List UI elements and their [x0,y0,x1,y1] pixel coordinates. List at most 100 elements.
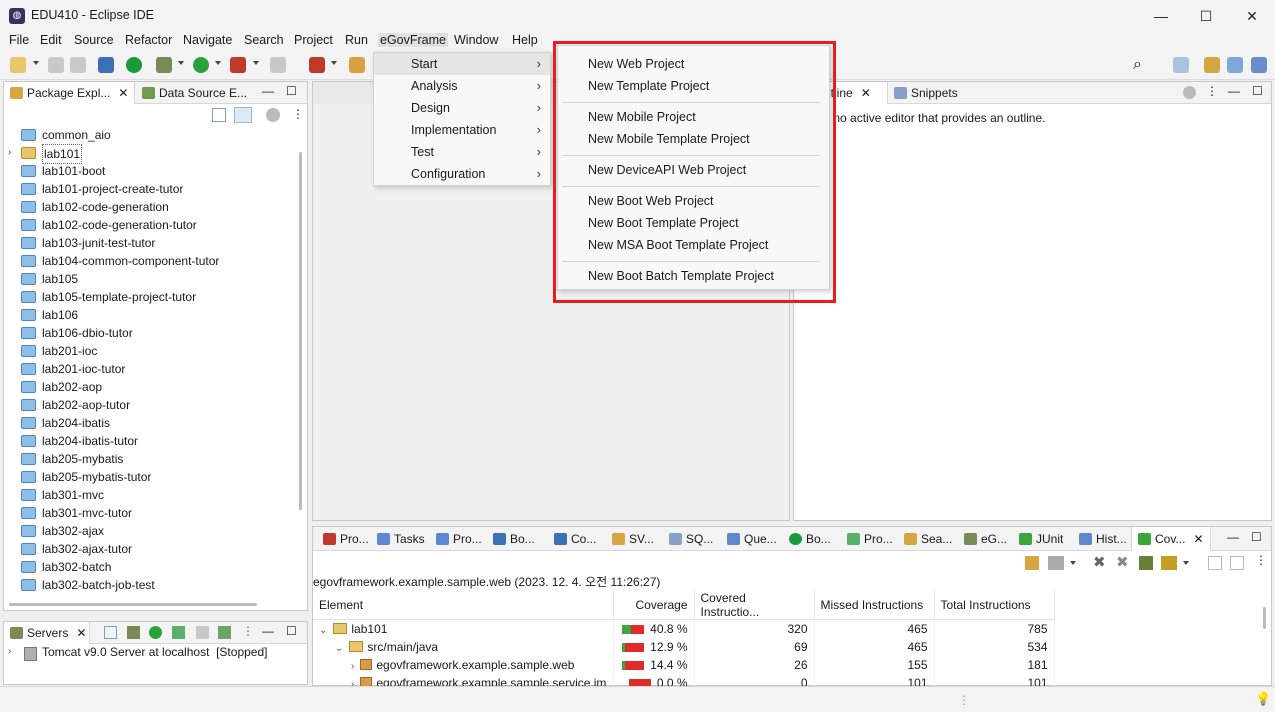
power-icon[interactable] [126,57,142,73]
chevron-down-icon[interactable] [331,61,337,65]
tab-boot-dashboard[interactable]: Bo... [783,527,831,551]
chevron-right-icon[interactable]: › [351,661,354,672]
chevron-down-icon[interactable] [1070,561,1076,565]
menu-refactor[interactable]: Refactor [123,33,174,47]
tree-item[interactable]: lab105 [4,270,294,288]
menu-file[interactable]: File [7,33,31,47]
close-icon[interactable]: ✕ [861,82,871,104]
tab-bookmarks[interactable]: Bo... [487,527,535,551]
merge-sessions-icon[interactable] [1139,556,1153,570]
collapse-icon[interactable] [104,626,117,639]
minimize-view-icon[interactable]: — [1228,84,1240,98]
debug-perspective-icon[interactable] [1251,57,1267,73]
relaunch-icon[interactable] [1025,556,1039,570]
tab-problems[interactable]: Pro... [317,527,369,551]
menu-edit[interactable]: Edit [38,33,64,47]
menu-item-test[interactable]: Test › [374,141,550,163]
tab-search[interactable]: Sea... [898,527,952,551]
maximize-button[interactable]: ☐ [1183,0,1229,32]
tree-item[interactable]: lab301-mvc-tutor [4,504,294,522]
collapse-all-icon[interactable] [1208,556,1222,570]
view-menu-icon[interactable]: ⋮ [242,624,254,638]
column-covered-instructions[interactable]: Covered Instructio... [694,591,815,620]
tab-coverage[interactable]: Cov... ✕ [1131,527,1211,551]
menu-item-design[interactable]: Design › [374,97,550,119]
close-window-button[interactable]: ✕ [1229,0,1275,32]
vertical-scrollbar[interactable] [299,152,302,510]
new-icon[interactable] [10,57,26,73]
open-perspective-icon[interactable] [1173,57,1189,73]
tree-item[interactable]: lab101-project-create-tutor [4,180,294,198]
menu-source[interactable]: Source [72,33,116,47]
menu-item-configuration[interactable]: Configuration › [374,163,550,185]
filter-icon[interactable] [266,108,280,122]
menu-help[interactable]: Help [510,33,540,47]
menu-search[interactable]: Search [242,33,286,47]
menu-item-implementation[interactable]: Implementation › [374,119,550,141]
server-entry[interactable]: Tomcat v9.0 Server at localhost [Stopped… [42,645,267,659]
chevron-down-icon[interactable]: ⌄ [335,643,343,654]
egov-perspective-icon[interactable] [1227,57,1243,73]
debug-server-icon[interactable] [127,626,140,639]
tab-console[interactable]: Co... [548,527,596,551]
tab-junit[interactable]: JUnit [1013,527,1063,551]
tab-snippets[interactable]: Snippets [888,82,968,104]
stop-icon[interactable] [270,57,286,73]
view-menu-icon[interactable]: ⋮ [292,107,304,121]
column-coverage[interactable]: Coverage [613,591,695,620]
chevron-down-icon[interactable] [253,61,259,65]
tree-item[interactable]: lab302-ajax-tutor [4,540,294,558]
tree-item[interactable]: lab106 [4,306,294,324]
menu-item-analysis[interactable]: Analysis › [374,75,550,97]
dump-execution-data-icon[interactable] [1161,556,1177,570]
tree-item[interactable]: lab102-code-generation [4,198,294,216]
horizontal-scrollbar[interactable] [9,603,257,606]
package-icon[interactable] [349,57,365,73]
tab-sql[interactable]: SQ... [663,527,713,551]
remove-session-icon[interactable]: ✖ [1093,553,1106,571]
profile-server-icon[interactable] [172,626,185,639]
tab-progress[interactable]: Pro... [841,527,893,551]
chevron-down-icon[interactable] [178,61,184,65]
filter-icon[interactable] [1183,86,1196,99]
tree-item[interactable]: lab205-mybatis-tutor [4,468,294,486]
tree-item[interactable]: lab301-mvc [4,486,294,504]
close-icon[interactable]: ✕ [118,82,128,104]
menu-window[interactable]: Window [452,33,500,47]
menu-egovframe[interactable]: eGovFrame [378,33,448,47]
link-with-editor-icon[interactable] [234,107,252,123]
tree-item[interactable]: lab204-ibatis [4,414,294,432]
chevron-down-icon[interactable] [1183,561,1189,565]
search-icon[interactable]: ⌕ [1133,57,1149,73]
tab-properties[interactable]: Pro... [430,527,482,551]
maximize-view-icon[interactable]: ☐ [286,624,297,638]
menu-project[interactable]: Project [292,33,335,47]
tree-item[interactable]: lab202-aop [4,378,294,396]
deploy-icon[interactable] [309,57,325,73]
view-menu-icon[interactable]: ⋮ [1206,84,1218,98]
tree-item[interactable]: lab102-code-generation-tutor [4,216,294,234]
chevron-down-icon[interactable] [215,61,221,65]
tab-tasks[interactable]: Tasks [371,527,425,551]
tree-item[interactable]: lab204-ibatis-tutor [4,432,294,450]
vertical-scrollbar[interactable] [1263,607,1266,629]
tab-package-explorer[interactable]: Package Expl... ✕ [4,82,135,104]
tree-item-selected[interactable]: › lab101 [4,144,294,164]
chevron-right-icon[interactable]: › [8,144,11,162]
column-element[interactable]: Element [313,591,614,620]
menu-run[interactable]: Run [343,33,370,47]
close-icon[interactable]: ✕ [76,622,86,644]
tree-item[interactable]: lab104-common-component-tutor [4,252,294,270]
chevron-down-icon[interactable] [33,61,39,65]
chevron-right-icon[interactable]: › [8,646,11,657]
tree-item[interactable]: common_aio [4,126,294,144]
lightbulb-icon[interactable]: 💡 [1255,691,1271,707]
coverage-session-icon[interactable] [1048,556,1064,570]
minimize-button[interactable]: — [1138,0,1184,32]
tab-svn[interactable]: SV... [606,527,654,551]
tab-servers[interactable]: Servers ✕ [4,622,90,644]
menu-item-start[interactable]: Start › [374,53,550,75]
tree-item[interactable]: lab201-ioc-tutor [4,360,294,378]
tree-item[interactable]: lab302-batch-job-test [4,576,294,594]
minimize-view-icon[interactable]: — [262,624,274,638]
